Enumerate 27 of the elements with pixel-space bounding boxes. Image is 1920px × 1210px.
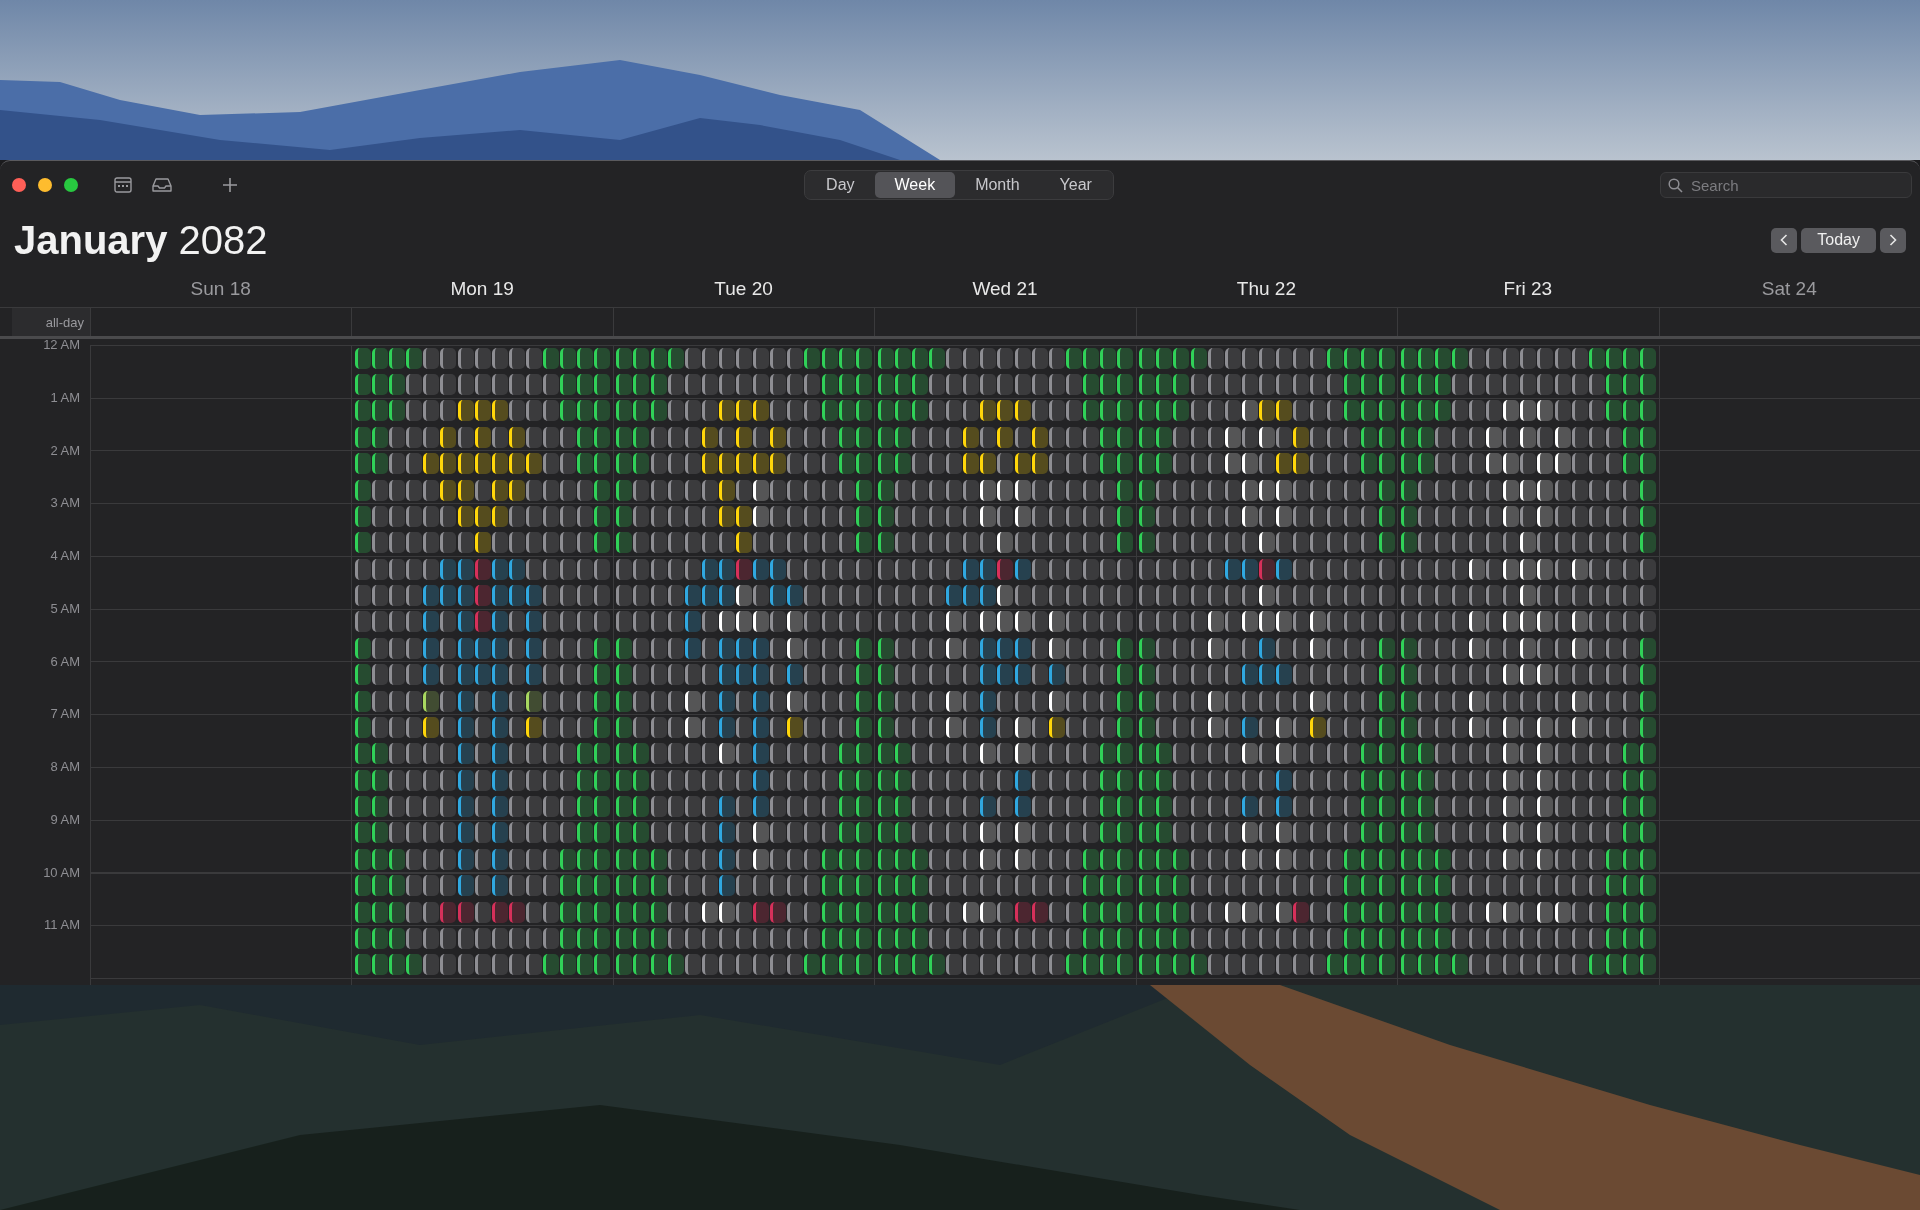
time-label: 10 AM <box>43 864 80 881</box>
time-label: 9 AM <box>50 811 80 828</box>
time-label: 8 AM <box>50 759 80 775</box>
view-tab[interactable]: Month <box>955 172 1040 198</box>
view-tab[interactable]: Year <box>1039 172 1112 198</box>
time-label: 1 AM <box>50 389 80 406</box>
day-header: Fri 23 <box>1503 278 1553 300</box>
day-header: Mon 19 <box>450 278 514 300</box>
day-header: Thu 22 <box>1236 278 1296 300</box>
day-header: Wed 21 <box>972 278 1038 300</box>
view-tab[interactable]: Week <box>874 172 956 198</box>
day-header: Sat 24 <box>1761 278 1817 300</box>
all-day-label: all-day <box>45 314 84 330</box>
time-label: 7 AM <box>50 706 80 723</box>
time-label: 4 AM <box>50 548 80 564</box>
today-button[interactable]: Today <box>1801 227 1876 253</box>
time-label: 12 AM <box>43 337 80 353</box>
time-label: 5 AM <box>50 600 80 617</box>
time-label: 6 AM <box>50 653 80 670</box>
day-header: Tue 20 <box>714 278 773 300</box>
month-title: January 2082 <box>14 217 268 263</box>
time-label: 3 AM <box>50 495 80 512</box>
search-field[interactable]: Search <box>1660 172 1912 198</box>
day-header: Sun 18 <box>190 278 251 300</box>
time-label: 2 AM <box>50 442 80 459</box>
time-label: 11 AM <box>44 917 80 934</box>
view-tab[interactable]: Day <box>806 172 875 198</box>
